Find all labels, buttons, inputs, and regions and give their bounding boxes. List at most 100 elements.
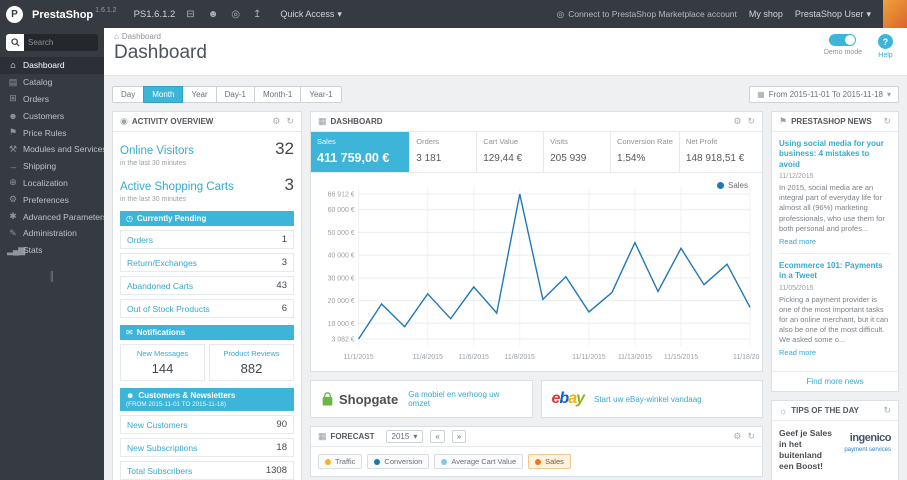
shopgate-ad-link[interactable]: Ga mobiel en verhoog uw omzet: [408, 390, 521, 408]
read-more-link[interactable]: Read more: [779, 348, 891, 357]
pending-returns-link[interactable]: Return/Exchanges: [127, 258, 197, 268]
sidebar-item-modules[interactable]: ⚒ Modules and Services: [0, 141, 104, 158]
customers-icon[interactable]: ☻: [206, 9, 221, 20]
date-range-button[interactable]: ▦ From 2015-11-01 To 2015-11-18 ▾: [749, 86, 899, 103]
user-menu[interactable]: PrestaShop User ▾: [795, 9, 871, 20]
filter-year-1-button[interactable]: Year-1: [300, 86, 342, 103]
shopgate-ad: Shopgate Ga mobiel en verhoog uw omzet: [310, 380, 533, 418]
quick-access-menu[interactable]: Quick Access ▾: [280, 9, 342, 20]
prestashop-logo[interactable]: P: [6, 5, 23, 23]
sidebar-item-catalog[interactable]: ▤ Catalog: [0, 74, 104, 91]
demo-mode-toggle[interactable]: [829, 34, 857, 46]
metric-tab-cart-value[interactable]: Cart Value 129,44 €: [477, 132, 545, 172]
marketplace-link[interactable]: ◎ Connect to PrestaShop Marketplace accou…: [557, 9, 737, 20]
new-subscriptions-link[interactable]: New Subscriptions: [127, 443, 197, 453]
online-visitors-sub: in the last 30 minutes: [120, 160, 187, 167]
out-of-stock-link[interactable]: Out of Stock Products: [127, 304, 210, 314]
refresh-icon[interactable]: ↻: [883, 116, 891, 127]
tips-of-the-day-panel: ☼ TIPS OF THE DAY ↻ Geef je Sales in het…: [771, 400, 899, 480]
rocket-icon[interactable]: ↥: [251, 9, 263, 20]
coins-icon[interactable]: ◎: [229, 9, 242, 20]
new-customers-link[interactable]: New Customers: [127, 420, 187, 430]
forecast-prev-button[interactable]: «: [430, 430, 445, 443]
demo-mode-label: Demo mode: [823, 49, 862, 56]
forecast-panel-heading: ▦ FORECAST 2015 ▾ « » ⚙ ↻: [311, 427, 762, 447]
sidebar-item-preferences[interactable]: ⚙ Preferences: [0, 191, 104, 208]
sidebar-item-label: Orders: [23, 93, 49, 104]
news-article-title[interactable]: Using social media for your business: 4 …: [779, 139, 891, 170]
filter-year-button[interactable]: Year: [182, 86, 217, 103]
sidebar-item-stats[interactable]: ▂▄▆ Stats: [0, 242, 104, 259]
sidebar-item-label: Advanced Parameters: [23, 211, 104, 222]
forecast-legend: Traffic Conversion Average Cart Value Sa…: [311, 447, 762, 476]
metric-tab-orders[interactable]: Orders 3 181: [410, 132, 478, 172]
refresh-icon[interactable]: ↻: [286, 116, 294, 127]
pending-orders-link[interactable]: Orders: [127, 235, 153, 245]
news-article-title[interactable]: Ecommerce 101: Payments in a Tweet: [779, 261, 891, 282]
svg-text:60 000 €: 60 000 €: [328, 207, 355, 214]
filter-day-1-button[interactable]: Day-1: [215, 86, 255, 103]
ebay-logo[interactable]: ebay: [552, 390, 585, 408]
forecast-legend-sales[interactable]: Sales: [528, 454, 571, 469]
sidebar-item-customers[interactable]: ☻ Customers: [0, 107, 104, 124]
filter-month-button[interactable]: Month: [143, 86, 184, 103]
filter-day-button[interactable]: Day: [112, 86, 145, 103]
refresh-icon[interactable]: ↻: [747, 431, 755, 442]
active-carts-link[interactable]: Active Shopping Carts: [120, 181, 234, 193]
sidebar-item-label: Shipping: [23, 161, 57, 172]
refresh-icon[interactable]: ↻: [883, 405, 891, 416]
metric-tab-visits[interactable]: Visits 205 939: [544, 132, 612, 172]
cart-icon[interactable]: ⊟: [184, 9, 196, 20]
new-customers-row: New Customers 90: [120, 415, 294, 434]
total-subscribers-link[interactable]: Total Subscribers: [127, 466, 192, 476]
metric-tab-conversion-rate[interactable]: Conversion Rate 1.54%: [611, 132, 680, 172]
sidebar-item-price-rules[interactable]: ⚑ Price Rules: [0, 124, 104, 141]
ebay-ad-link[interactable]: Start uw eBay-winkel vandaag: [594, 395, 702, 404]
refresh-icon[interactable]: ↻: [747, 116, 755, 127]
brand-block[interactable]: PrestaShop 1.6.1.2: [32, 5, 117, 23]
sidebar-collapse-icon[interactable]: ║: [0, 271, 104, 281]
avatar[interactable]: [883, 0, 907, 28]
gear-icon[interactable]: ⚙: [733, 431, 741, 442]
read-more-link[interactable]: Read more: [779, 237, 891, 246]
forecast-legend-average-cart-value[interactable]: Average Cart Value: [434, 454, 524, 469]
gear-icon[interactable]: ⚙: [272, 116, 280, 127]
sidebar-item-dashboard[interactable]: ⌂ Dashboard: [0, 57, 104, 74]
my-shop-link[interactable]: My shop: [749, 9, 783, 19]
find-more-news-link[interactable]: Find more news: [772, 371, 898, 391]
new-subscriptions-value: 18: [276, 442, 287, 453]
sidebar-item-advanced-parameters[interactable]: ✱ Advanced Parameters: [0, 208, 104, 225]
forecast-legend-conversion[interactable]: Conversion: [367, 454, 430, 469]
sidebar-item-shipping[interactable]: → Shipping: [0, 158, 104, 175]
sidebar-item-administration[interactable]: ✎ Administration: [0, 225, 104, 242]
ebay-ad: ebay Start uw eBay-winkel vandaag: [540, 380, 763, 418]
shop-name[interactable]: PS1.6.1.2: [134, 9, 176, 20]
search-input[interactable]: [24, 38, 98, 47]
left-column: ◉ ACTIVITY OVERVIEW ⚙ ↻ Online Visitors 32…: [112, 111, 302, 480]
gear-icon[interactable]: ⚙: [733, 116, 741, 127]
filter-month-1-button[interactable]: Month-1: [253, 86, 302, 103]
sidebar-item-orders[interactable]: ⊞ Orders: [0, 91, 104, 108]
total-subscribers-value: 1308: [265, 465, 287, 476]
online-visitors-link[interactable]: Online Visitors: [120, 145, 194, 157]
news-article-excerpt: Picking a payment provider is one of the…: [779, 294, 889, 345]
news-article-date: 11/05/2015: [779, 284, 814, 292]
forecast-legend-traffic[interactable]: Traffic: [318, 454, 363, 469]
shopgate-logo[interactable]: Shopgate: [321, 392, 398, 407]
forecast-next-button[interactable]: »: [451, 430, 467, 443]
breadcrumb[interactable]: ⌂ Dashboard: [114, 32, 897, 41]
new-messages-link[interactable]: New Messages: [123, 349, 202, 358]
metric-tab-sales[interactable]: Sales 411 759,00 €: [311, 132, 411, 172]
search-icon[interactable]: [6, 34, 24, 51]
abandoned-carts-link[interactable]: Abandoned Carts: [127, 281, 193, 291]
metric-tab-net-profit[interactable]: Net Profit 148 918,51 €: [680, 132, 762, 172]
out-of-stock-row: Out of Stock Products 6: [120, 299, 294, 318]
forecast-year-select[interactable]: 2015 ▾: [385, 430, 424, 443]
calendar-icon: ▦: [757, 90, 765, 99]
chart-legend-sales[interactable]: Sales: [716, 181, 748, 190]
product-reviews-link[interactable]: Product Reviews: [212, 349, 291, 358]
total-subscribers-row: Total Subscribers 1308: [120, 461, 294, 480]
sidebar-item-localization[interactable]: ⊕ Localization: [0, 175, 104, 192]
help-icon[interactable]: ?: [878, 34, 893, 49]
brand-name: PrestaShop: [32, 9, 94, 21]
